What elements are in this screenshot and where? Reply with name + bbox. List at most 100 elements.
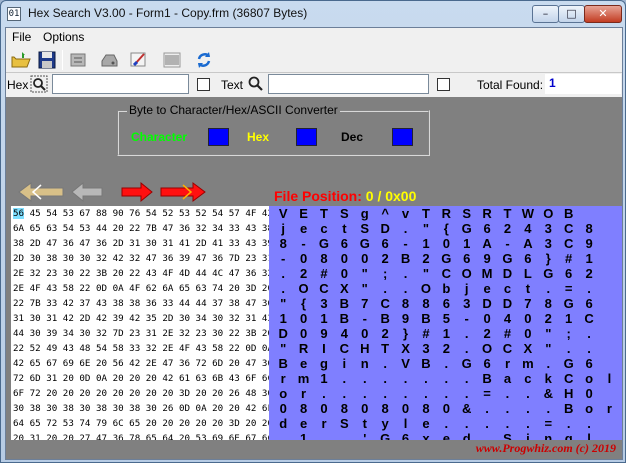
toolbar-separator xyxy=(62,50,63,70)
ascii-char: " xyxy=(361,281,368,296)
ascii-char: . xyxy=(444,386,449,401)
title-bar[interactable]: 01 Hex Search V3.00 - Form1 - Copy.frm (… xyxy=(1,1,625,27)
maximize-button[interactable]: □ xyxy=(558,5,585,23)
hex-view[interactable]: 56 45 54 53 67 88 90 76 54 52 53 52 54 5… xyxy=(11,206,269,440)
print-preview-icon[interactable] xyxy=(68,49,90,71)
ascii-row[interactable]: Begin.VB.G6rm.G6 xyxy=(269,356,622,371)
hex-row[interactable]: 6F 72 20 20 20 20 20 20 20 20 3D 20 20 2… xyxy=(11,386,269,401)
ascii-char: 2 xyxy=(544,311,552,326)
ascii-row[interactable]: rm1....... BackCol xyxy=(269,371,622,386)
ascii-char: C xyxy=(563,236,574,251)
ascii-row[interactable]: 101B-B9B5-04021C xyxy=(269,311,622,326)
ascii-row[interactable]: " R I C H T X 3 2. O C X ".. xyxy=(269,341,622,356)
text-search-icon[interactable] xyxy=(247,75,265,93)
hex-row[interactable]: 2D 30 38 30 30 32 42 32 47 36 39 47 36 7… xyxy=(11,251,269,266)
ascii-char: . xyxy=(546,356,551,371)
folder-open-icon[interactable] xyxy=(10,49,32,71)
ascii-char: G xyxy=(563,296,574,311)
hex-row[interactable]: 2E 32 23 30 22 3B 20 22 43 4F 4D 44 4C 4… xyxy=(11,266,269,281)
ascii-char: G xyxy=(441,251,452,266)
text-match-checkbox[interactable] xyxy=(437,78,450,91)
barcode-icon[interactable] xyxy=(161,49,183,71)
close-button[interactable]: ✕ xyxy=(584,5,622,23)
ascii-char: 0 xyxy=(340,251,348,266)
hex-row[interactable]: 72 6D 31 20 0D 0A 20 20 20 42 61 63 6B 4… xyxy=(11,371,269,386)
ascii-row[interactable]: V E T Sg ^ v T R S R T W O B xyxy=(269,206,622,221)
hex-row[interactable]: 56 45 54 53 67 88 90 76 54 52 53 52 54 5… xyxy=(11,206,269,221)
hex-row[interactable]: 6A 65 63 54 53 44 20 22 7B 47 36 32 34 3… xyxy=(11,221,269,236)
ascii-char: ' xyxy=(363,431,367,440)
ascii-char: 4 xyxy=(340,326,348,341)
printer-icon[interactable] xyxy=(98,49,120,71)
ascii-char: . xyxy=(322,386,326,401)
hex-row[interactable]: 44 30 39 34 30 32 7D 23 31 2E 32 23 30 2… xyxy=(11,326,269,341)
double-right-arrow-icon[interactable] xyxy=(159,181,207,203)
ascii-char: t xyxy=(342,221,347,236)
ascii-char: . xyxy=(464,371,469,386)
menu-bar: File Options xyxy=(6,28,622,46)
ascii-char: 6 xyxy=(585,356,593,371)
ascii-char: 0 xyxy=(361,401,369,416)
right-arrow-icon[interactable] xyxy=(120,181,154,203)
hex-row[interactable]: 38 2D 47 36 47 36 2D 31 30 31 41 2D 41 3… xyxy=(11,236,269,251)
ascii-row[interactable]: . 2 #0 ";. " C O M D L G 6 2 xyxy=(269,266,622,281)
hex-row[interactable]: 31 30 31 42 2D 42 39 42 35 2D 30 34 30 3… xyxy=(11,311,269,326)
selected-byte[interactable]: 56 xyxy=(13,208,25,219)
ascii-char: H xyxy=(360,341,370,356)
ascii-row[interactable]: d e r St y l e..... =.. xyxy=(269,416,622,431)
refresh-icon[interactable] xyxy=(193,49,215,71)
ascii-row[interactable]: o r........ =.. & H 0 xyxy=(269,386,622,401)
ascii-char: } xyxy=(545,251,551,266)
ascii-char: a xyxy=(503,371,512,386)
left-arrow-icon[interactable] xyxy=(70,181,104,203)
ascii-char: 7 xyxy=(524,296,532,311)
hex-row[interactable]: 42 65 67 69 6E 20 56 42 2E 47 36 72 6D 2… xyxy=(11,356,269,371)
ascii-char: T xyxy=(381,341,390,356)
menu-file[interactable]: File xyxy=(12,30,31,44)
hex-row[interactable]: 2E 4F 43 58 22 0D 0A 4F 62 6A 65 63 74 2… xyxy=(11,281,269,296)
ascii-char: B xyxy=(400,251,411,266)
hex-search-input[interactable] xyxy=(52,74,189,94)
double-left-arrow-icon[interactable] xyxy=(17,181,65,203)
ascii-view[interactable]: V E T Sg ^ v T R S R T W O Bj e c t S D. "{G 6 2 4 3 C 8 8- G 6 G 6-1 0… xyxy=(269,206,622,440)
ascii-char: 0 xyxy=(585,386,593,401)
hex-row[interactable]: 22 7B 33 42 37 43 38 38 36 33 44 44 37 3… xyxy=(11,296,269,311)
ascii-row[interactable]: 0 8 0 8 0 8 0 8 0 &.... Bo r xyxy=(269,401,622,416)
ascii-row[interactable]: . 1.. ' G 6 x e d. Si n g l xyxy=(269,431,622,440)
ascii-char: . xyxy=(505,416,510,431)
ascii-char: A xyxy=(523,236,533,251)
ascii-char: . xyxy=(383,356,387,371)
ascii-char: r xyxy=(321,416,327,431)
ascii-char: 2 xyxy=(381,251,389,266)
hex-row[interactable]: 20 31 20 20 27 47 36 78 65 64 20 53 69 6… xyxy=(11,431,269,440)
ascii-char: . xyxy=(342,386,347,401)
hex-match-checkbox[interactable] xyxy=(197,78,210,91)
ascii-char: 9 xyxy=(483,251,491,266)
ascii-char: . xyxy=(464,386,469,401)
hex-search-icon[interactable] xyxy=(30,75,48,93)
floppy-disk-icon[interactable] xyxy=(36,49,58,71)
ascii-char: 9 xyxy=(585,236,593,251)
ascii-char: r xyxy=(504,356,511,371)
ascii-char: 8 xyxy=(422,296,430,311)
ascii-char: . xyxy=(383,281,387,296)
ascii-row[interactable]: D 0 9 4 0 2} #1. 2 #0 ";. xyxy=(269,326,622,341)
ascii-char: 8 xyxy=(340,401,348,416)
hex-row[interactable]: 64 65 72 53 74 79 6C 65 20 20 20 20 20 3… xyxy=(11,416,269,431)
text-search-input[interactable] xyxy=(268,74,429,94)
ascii-row[interactable]: -0 8 0 0 2 B 2 G 6 9 G 6} #1 xyxy=(269,251,622,266)
ascii-row[interactable]: "{3 B 7 C 8 8 6 3 D D 7 8 G 6 xyxy=(269,296,622,311)
ascii-char: 0 xyxy=(442,401,450,416)
paint-brush-icon[interactable] xyxy=(128,49,150,71)
ascii-row[interactable]: . O C X ".. Ob j e c t. =. xyxy=(269,281,622,296)
ascii-char: G xyxy=(543,266,554,281)
ascii-char: C xyxy=(563,371,574,386)
ascii-row[interactable]: j e c t S D. " {G 6 2 4 3 C 8 xyxy=(269,221,622,236)
total-found-label: Total Found: xyxy=(477,78,544,92)
ascii-row[interactable]: 8-G6G6-101A-A3C9 xyxy=(269,236,622,251)
hex-row[interactable]: 22 52 49 43 48 54 58 33 32 2E 4F 43 58 2… xyxy=(11,341,269,356)
ascii-char: 2 xyxy=(299,266,308,281)
minimize-button[interactable]: – xyxy=(532,5,559,23)
hex-row[interactable]: 30 38 30 38 30 38 30 38 30 26 0D 0A 20 2… xyxy=(11,401,269,416)
menu-options[interactable]: Options xyxy=(43,30,84,44)
